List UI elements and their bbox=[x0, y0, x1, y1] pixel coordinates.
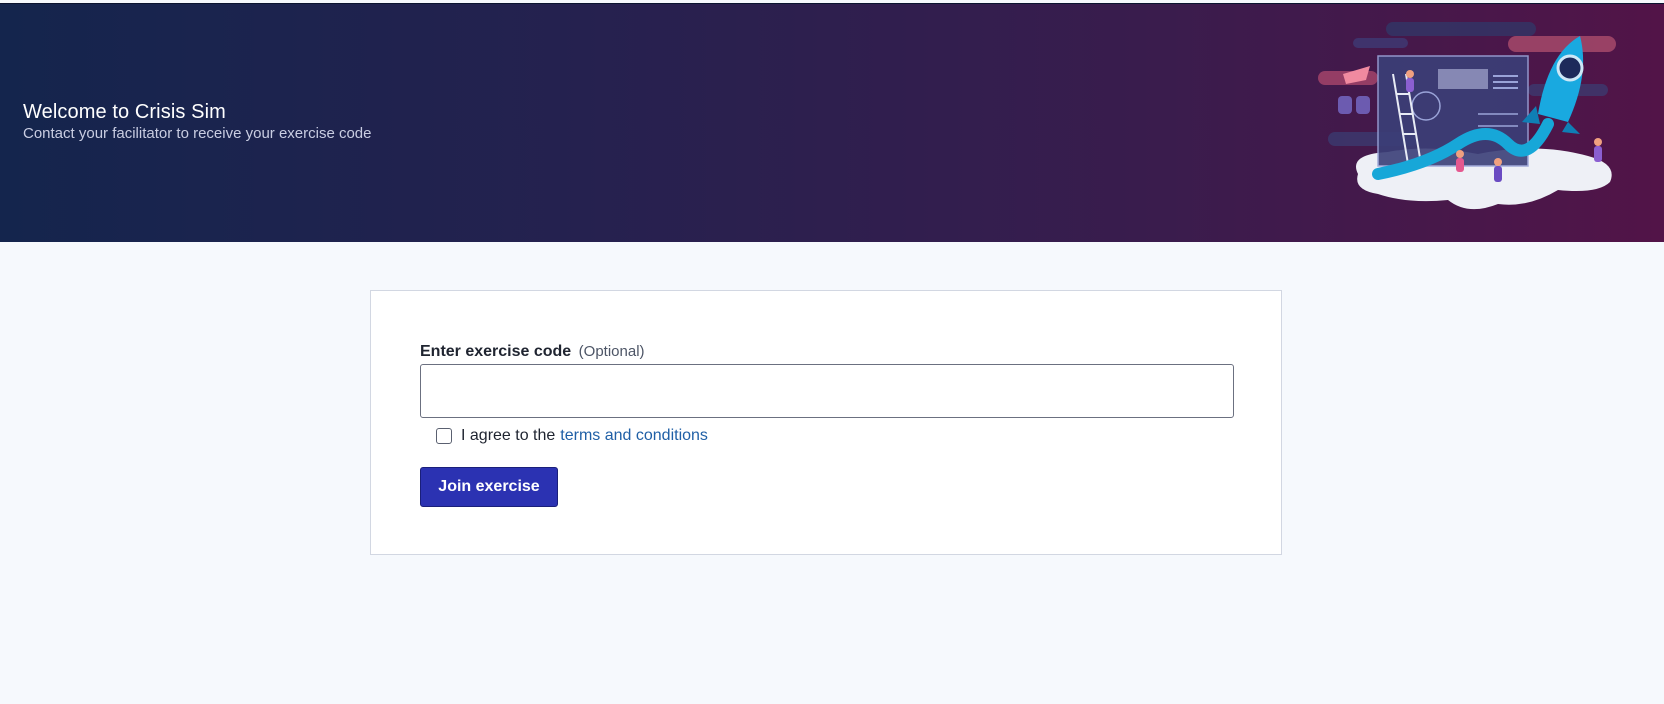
join-exercise-button[interactable]: Join exercise bbox=[420, 467, 558, 507]
exercise-code-label-text: Enter exercise code bbox=[420, 343, 572, 360]
terms-and-conditions-link[interactable]: terms and conditions bbox=[560, 427, 708, 445]
terms-agree-text: I agree to the bbox=[461, 427, 556, 444]
optional-hint: (Optional) bbox=[578, 343, 645, 360]
exercise-code-label: Enter exercise code (Optional) bbox=[420, 342, 645, 362]
page: Welcome to Crisis Sim Contact your facil… bbox=[0, 0, 1664, 704]
rocket-illustration-icon bbox=[1318, 22, 1616, 210]
exercise-code-input[interactable] bbox=[420, 364, 1234, 418]
join-exercise-card: Enter exercise code (Optional) I agree t… bbox=[370, 290, 1282, 555]
terms-agreement-row: I agree to the terms and conditions bbox=[436, 425, 708, 447]
page-title: Welcome to Crisis Sim bbox=[23, 101, 226, 123]
page-subtitle: Contact your facilitator to receive your… bbox=[23, 125, 372, 142]
header-text: Welcome to Crisis Sim Contact your facil… bbox=[23, 100, 372, 144]
terms-checkbox[interactable] bbox=[436, 428, 452, 444]
header-banner: Welcome to Crisis Sim Contact your facil… bbox=[0, 3, 1664, 242]
